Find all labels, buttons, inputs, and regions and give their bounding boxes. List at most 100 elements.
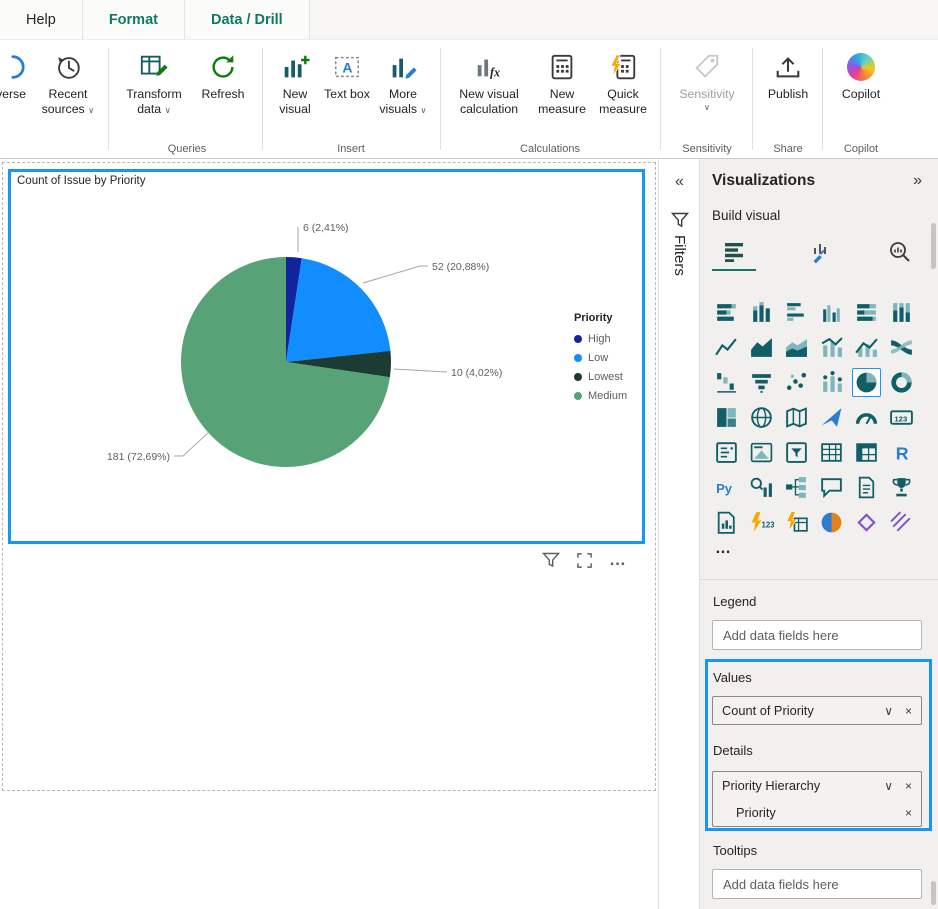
quick-measure-button[interactable]: Quick measure — [592, 50, 654, 116]
report-canvas[interactable]: Count of Issue by Priority 6 (2,41%) 52 … — [0, 159, 659, 909]
tooltips-field-well[interactable]: Add data fields here — [712, 869, 922, 899]
get-more-visuals-icon[interactable]: … — [715, 540, 731, 558]
dataverse-button[interactable]: verse — [0, 50, 36, 102]
recent-sources-button[interactable]: Recent sources ∨ — [32, 50, 104, 116]
visual-icon-card[interactable]: 123 — [887, 403, 916, 432]
visual-icon-100-stacked-bar-chart[interactable] — [852, 298, 881, 327]
visual-icon-slicer[interactable] — [782, 438, 811, 467]
chevron-down-icon: ∨ — [704, 102, 710, 112]
sensitivity-button[interactable]: Sensitivity ∨ — [666, 50, 748, 112]
tab-format[interactable]: Format — [83, 0, 185, 39]
legend-swatch-lowest — [574, 373, 582, 381]
visual-icon-stacked-column-chart[interactable] — [747, 298, 776, 327]
visual-icon-clustered-column-chart[interactable] — [817, 298, 846, 327]
visual-icon-paginated-report[interactable] — [712, 508, 741, 537]
field-dropdown-icon[interactable]: ∨ — [884, 704, 893, 718]
visual-icon-clustered-bar-chart[interactable] — [782, 298, 811, 327]
visual-icon-line-chart[interactable] — [712, 333, 741, 362]
tab-data-drill[interactable]: Data / Drill — [185, 0, 310, 39]
visual-icon-metrics-trophy[interactable] — [887, 473, 916, 502]
collapse-pane-icon[interactable]: » — [913, 172, 922, 190]
visual-icon-multi-row-card[interactable] — [712, 438, 741, 467]
new-visual-button[interactable]: New visual — [268, 50, 322, 116]
visual-icon-funnel-chart[interactable] — [747, 368, 776, 397]
new-measure-button[interactable]: New measure — [534, 50, 590, 116]
visual-icon-stacked-area-chart[interactable] — [782, 333, 811, 362]
visual-icon-r-script[interactable]: R — [887, 438, 916, 467]
visual-icon-qa[interactable] — [817, 473, 846, 502]
expand-filters-icon[interactable]: « — [660, 173, 699, 191]
legend-item-lowest[interactable]: Lowest — [574, 371, 627, 383]
publish-upload-icon — [773, 50, 803, 84]
scrollbar-thumb[interactable] — [931, 881, 936, 905]
remove-field-icon[interactable]: × — [905, 806, 912, 820]
slice-label-medium: 181 (72,69%) — [107, 451, 170, 463]
active-tab-indicator — [712, 269, 756, 271]
filters-funnel-icon[interactable] — [671, 211, 689, 234]
svg-text:fx: fx — [490, 65, 500, 79]
refresh-button[interactable]: Refresh — [194, 50, 252, 102]
visual-icon-python[interactable]: Py — [712, 473, 741, 502]
publish-button[interactable]: Publish — [758, 50, 818, 102]
visual-icon-filled-map[interactable] — [782, 403, 811, 432]
remove-field-icon[interactable]: × — [905, 779, 912, 793]
field-dropdown-icon[interactable]: ∨ — [884, 779, 893, 793]
details-priority-row[interactable]: Priority × — [713, 799, 921, 826]
values-field-pill[interactable]: Count of Priority ∨ × — [712, 696, 922, 725]
visual-icon-kpi[interactable] — [747, 438, 776, 467]
visual-icon-custom-visual-lines[interactable] — [887, 508, 916, 537]
legend-item-low[interactable]: Low — [574, 352, 627, 364]
visual-icon-custom-visual-diamond[interactable] — [852, 508, 881, 537]
legend-item-medium[interactable]: Medium — [574, 390, 627, 402]
more-visuals-button[interactable]: More visuals ∨ — [372, 50, 434, 116]
legend-title: Priority — [574, 312, 627, 324]
visual-icon-gauge[interactable] — [852, 403, 881, 432]
text-box-button[interactable]: A Text box — [324, 50, 370, 102]
analytics-tab[interactable] — [880, 235, 920, 269]
scrollbar-thumb[interactable] — [931, 223, 936, 269]
visual-icon-waterfall-chart[interactable] — [712, 368, 741, 397]
build-visual-tab[interactable] — [714, 235, 754, 269]
format-visual-tab[interactable] — [802, 235, 842, 269]
visual-icon-100-stacked-column-chart[interactable] — [887, 298, 916, 327]
history-clock-icon — [53, 50, 83, 84]
remove-field-icon[interactable]: × — [905, 704, 912, 718]
new-visual-calculation-button[interactable]: fx New visual calculation — [446, 50, 532, 116]
visual-icon-area-chart[interactable] — [747, 333, 776, 362]
visual-icon-ribbon-chart[interactable] — [887, 333, 916, 362]
visual-icon-map[interactable] — [747, 403, 776, 432]
visual-icon-key-influencers[interactable] — [747, 473, 776, 502]
visual-icon-line-and-stacked-column-chart[interactable] — [817, 333, 846, 362]
details-hierarchy-row[interactable]: Priority Hierarchy ∨ × — [713, 772, 921, 799]
transform-data-button[interactable]: Transform data ∨ — [116, 50, 192, 116]
visual-icon-smart-narrative[interactable] — [852, 473, 881, 502]
more-options-icon[interactable]: … — [609, 555, 626, 565]
visual-icon-combo-chart[interactable] — [817, 368, 846, 397]
visual-icon-table[interactable] — [817, 438, 846, 467]
copilot-button[interactable]: Copilot — [828, 50, 894, 102]
visual-icon-decomposition-tree[interactable] — [782, 473, 811, 502]
field-name: Priority — [736, 805, 905, 820]
visual-icon-donut-chart[interactable] — [887, 368, 916, 397]
pie-slice-low[interactable] — [286, 258, 390, 362]
legend-field-well[interactable]: Add data fields here — [712, 620, 922, 650]
tab-help[interactable]: Help — [0, 0, 83, 39]
visual-icon-scatter-chart[interactable] — [782, 368, 811, 397]
filter-funnel-icon[interactable] — [542, 551, 560, 569]
focus-mode-icon[interactable] — [576, 552, 593, 569]
visual-icon-arcgis-map[interactable] — [817, 508, 846, 537]
visual-icon-line-and-clustered-column-chart[interactable] — [852, 333, 881, 362]
visual-icon-stacked-bar-chart[interactable] — [712, 298, 741, 327]
pie-chart-visual[interactable]: Count of Issue by Priority 6 (2,41%) 52 … — [8, 169, 645, 544]
visual-icon-power-apps[interactable]: 123 — [747, 508, 776, 537]
visual-icon-pie-chart-selected[interactable] — [852, 368, 881, 397]
visual-icon-treemap[interactable] — [712, 403, 741, 432]
visual-icon-matrix[interactable] — [852, 438, 881, 467]
details-well-label: Details — [713, 743, 753, 758]
visual-icon-power-automate[interactable] — [782, 508, 811, 537]
visual-icon-azure-map[interactable] — [817, 403, 846, 432]
chart-legend: Priority High Low Lowest Medium — [574, 312, 627, 409]
legend-item-high[interactable]: High — [574, 333, 627, 345]
filters-pane-label[interactable]: Filters — [671, 235, 688, 276]
svg-text:123: 123 — [762, 521, 775, 530]
